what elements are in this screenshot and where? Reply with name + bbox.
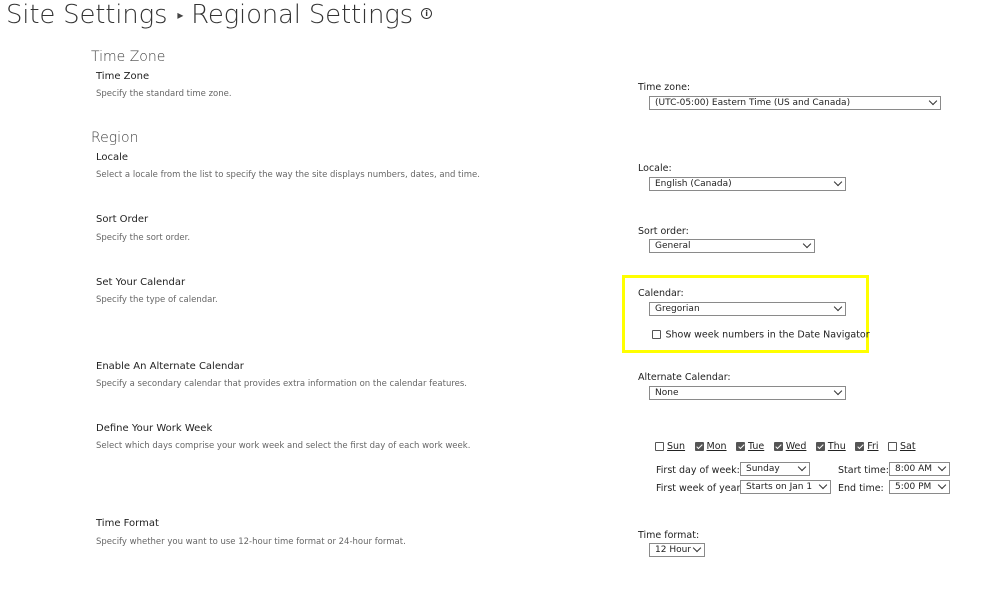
first-week-label: First week of year: — [656, 483, 744, 494]
time-zone-value: (UTC-05:00) Eastern Time (US and Canada) — [655, 98, 851, 108]
chevron-down-icon — [797, 463, 807, 472]
day-checkbox-sun[interactable] — [655, 442, 664, 452]
group-title-time-zone: Time Zone — [91, 49, 166, 65]
chevron-down-icon — [833, 303, 843, 312]
section-desc-calendar: Specify the type of calendar. — [96, 295, 218, 305]
time-format-label: Time format: — [638, 530, 700, 541]
first-day-value: Sunday — [746, 464, 780, 474]
time-zone-label: Time zone: — [638, 82, 691, 93]
section-desc-locale: Select a locale from the list to specify… — [96, 170, 480, 180]
week-numbers-label: Show week numbers in the Date Navigator — [665, 329, 870, 341]
end-time-value: 5:00 PM — [895, 482, 932, 492]
time-format-value: 12 Hour — [655, 545, 691, 555]
day-label-fri: Fri — [867, 441, 879, 453]
day-label-mon: Mon — [706, 441, 727, 453]
section-desc-sort-order: Specify the sort order. — [96, 233, 191, 243]
week-numbers-checkbox[interactable] — [652, 330, 661, 340]
sort-order-select[interactable]: General — [649, 239, 815, 253]
work-week-days: Sun Mon Tue Wed Thu Fri Sat — [655, 438, 916, 456]
day-checkbox-tue[interactable] — [736, 442, 746, 452]
chevron-down-icon — [937, 463, 947, 472]
day-label-sun: Sun — [667, 441, 686, 453]
day-checkbox-fri[interactable] — [855, 442, 865, 452]
section-title-work-week: Define Your Work Week — [96, 423, 213, 434]
week-numbers-option: Show week numbers in the Date Navigator — [652, 326, 870, 344]
section-title-calendar: Set Your Calendar — [96, 277, 186, 288]
section-desc-work-week: Select which days comprise your work wee… — [96, 441, 471, 451]
day-label-sat: Sat — [899, 441, 916, 453]
section-title-locale: Locale — [96, 152, 129, 163]
section-desc-time-zone: Specify the standard time zone. — [96, 89, 232, 99]
time-format-select[interactable]: 12 Hour — [649, 543, 705, 557]
sort-order-label: Sort order: — [638, 226, 689, 237]
locale-label: Locale: — [638, 163, 672, 174]
sort-order-value: General — [655, 241, 691, 251]
end-time-select[interactable]: 5:00 PM — [889, 480, 950, 494]
day-label-tue: Tue — [748, 441, 765, 453]
section-title-time-format: Time Format — [96, 518, 159, 529]
chevron-down-icon — [833, 178, 843, 187]
start-time-value: 8:00 AM — [895, 464, 932, 474]
day-label-thu: Thu — [827, 441, 846, 453]
breadcrumb-regional-settings: Regional Settings — [191, 0, 414, 30]
alternate-calendar-select[interactable]: None — [649, 386, 846, 400]
chevron-down-icon — [692, 544, 702, 553]
chevron-down-icon — [833, 387, 843, 396]
end-time-label: End time: — [838, 483, 884, 494]
first-day-label: First day of week: — [656, 465, 740, 476]
group-title-region: Region — [91, 130, 139, 146]
time-zone-select[interactable]: (UTC-05:00) Eastern Time (US and Canada) — [649, 96, 941, 110]
day-checkbox-wed[interactable] — [773, 442, 783, 452]
day-checkbox-sat[interactable] — [887, 442, 897, 452]
chevron-down-icon — [818, 481, 828, 490]
first-week-select[interactable]: Starts on Jan 1 — [740, 480, 831, 494]
start-time-select[interactable]: 8:00 AM — [889, 462, 950, 476]
first-week-value: Starts on Jan 1 — [746, 482, 813, 492]
page-title: Site Settings ▸ Regional Settings i — [6, 0, 433, 30]
day-checkbox-thu[interactable] — [815, 442, 825, 452]
day-checkbox-mon[interactable] — [694, 442, 704, 452]
section-title-time-zone: Time Zone — [96, 71, 150, 82]
locale-value: English (Canada) — [655, 179, 732, 189]
day-label-wed: Wed — [785, 441, 807, 453]
calendar-select[interactable]: Gregorian — [649, 302, 846, 316]
calendar-label: Calendar: — [638, 288, 684, 299]
section-title-sort-order: Sort Order — [96, 214, 149, 225]
first-day-select[interactable]: Sunday — [740, 462, 810, 476]
alternate-calendar-label: Alternate Calendar: — [638, 372, 731, 383]
locale-select[interactable]: English (Canada) — [649, 177, 846, 191]
chevron-down-icon — [937, 481, 947, 490]
calendar-value: Gregorian — [655, 304, 700, 314]
section-desc-alternate-calendar: Specify a secondary calendar that provid… — [96, 379, 467, 389]
chevron-down-icon — [802, 240, 812, 249]
section-title-alternate-calendar: Enable An Alternate Calendar — [96, 361, 244, 372]
breadcrumb-site-settings[interactable]: Site Settings — [6, 0, 168, 30]
caret-right-icon: ▸ — [177, 8, 184, 22]
info-icon[interactable]: i — [421, 8, 433, 19]
section-desc-time-format: Specify whether you want to use 12-hour … — [96, 537, 406, 547]
alternate-calendar-value: None — [655, 388, 679, 398]
start-time-label: Start time: — [838, 465, 889, 476]
chevron-down-icon — [928, 97, 938, 106]
